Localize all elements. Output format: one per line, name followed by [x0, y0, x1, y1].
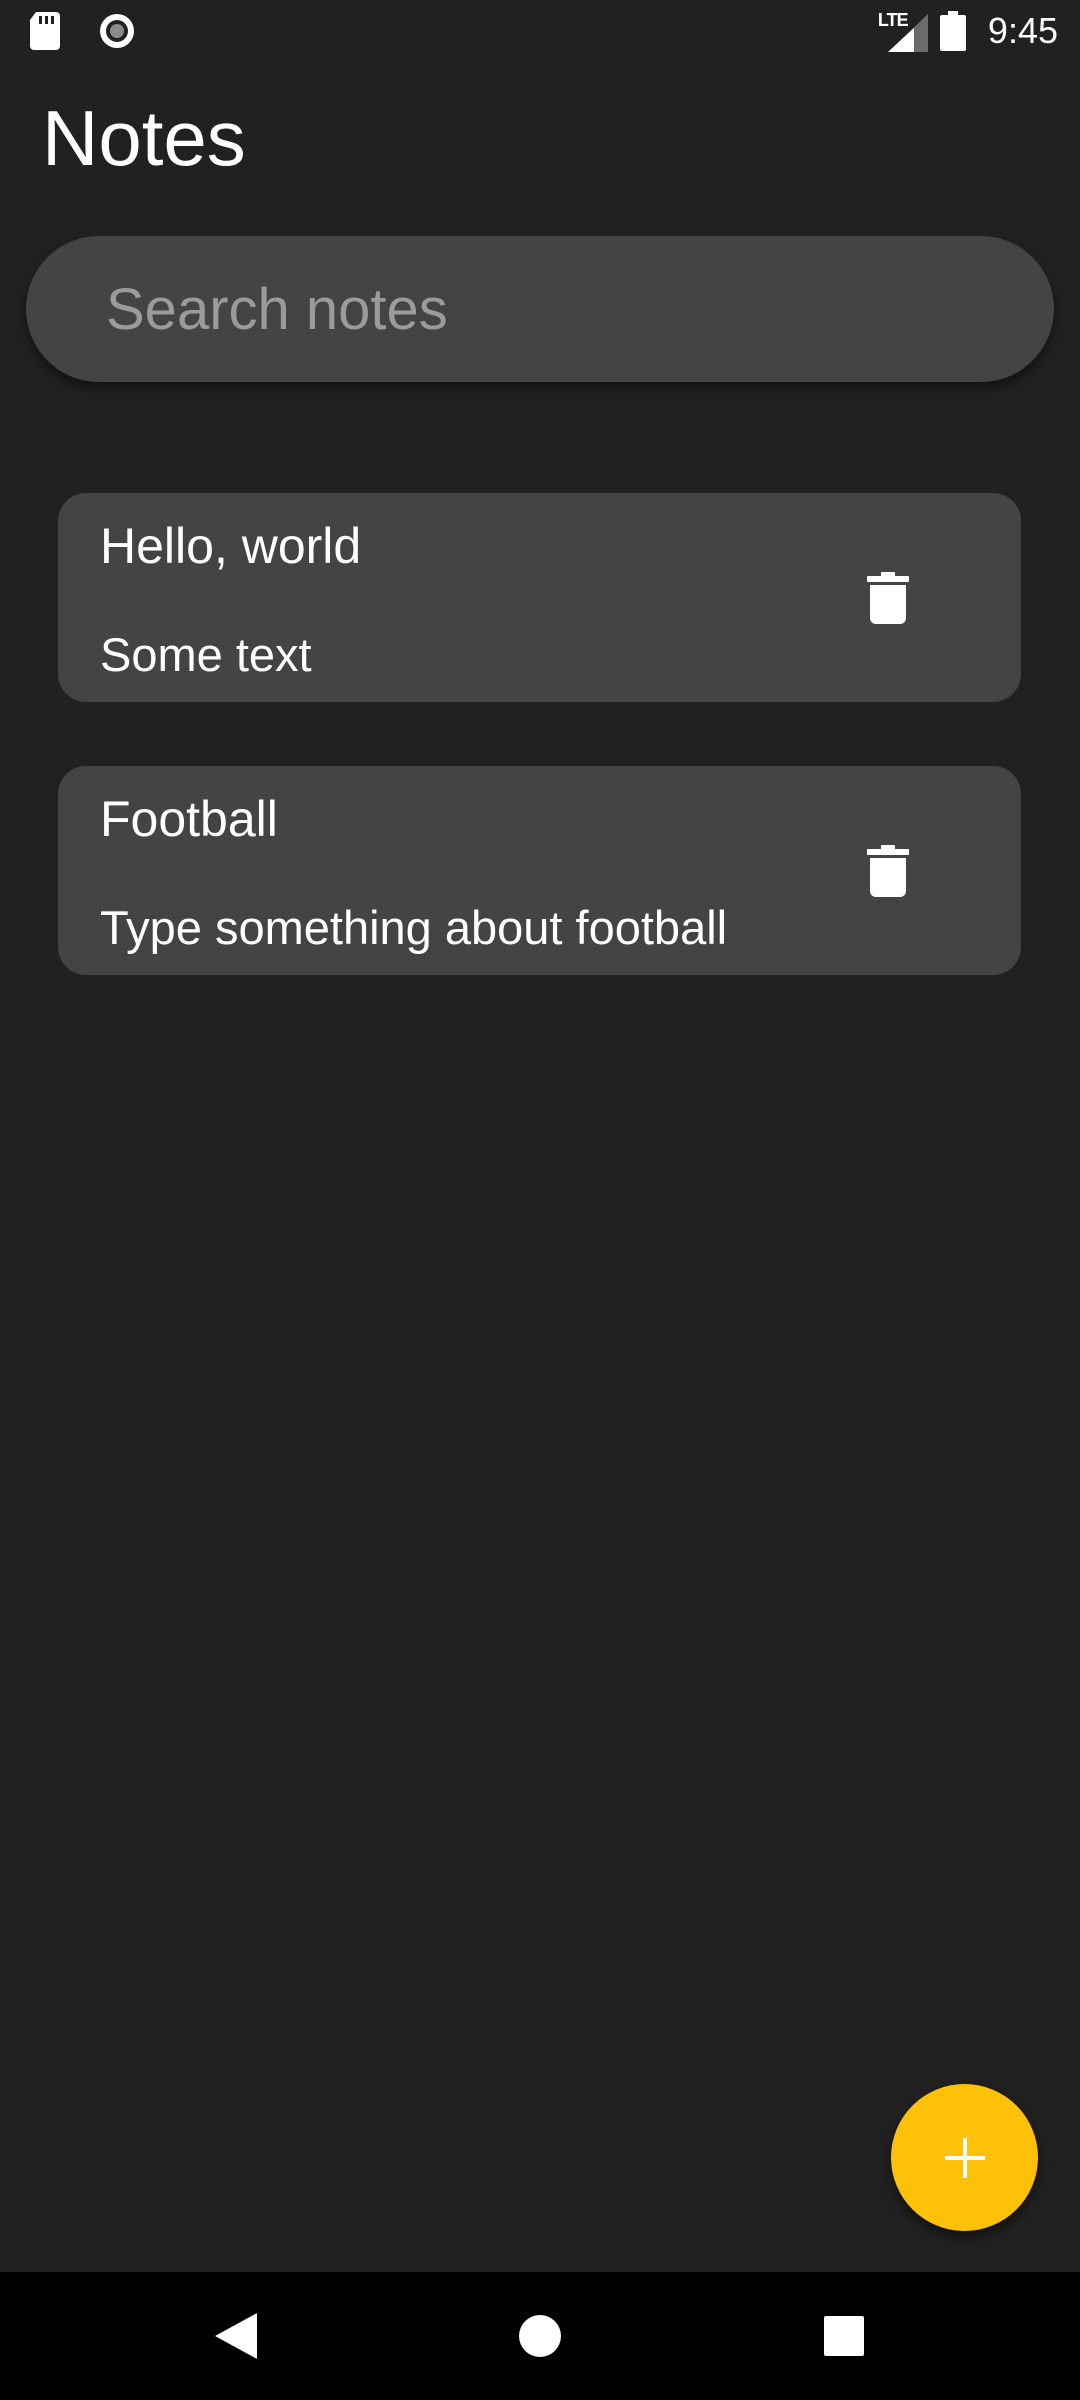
note-body: Some text: [100, 628, 312, 681]
search-bar[interactable]: [26, 236, 1054, 382]
delete-note-button[interactable]: [855, 565, 921, 631]
back-button[interactable]: [206, 2306, 266, 2366]
status-right-icons: LTE 9:45: [878, 10, 1058, 52]
note-title: Football: [100, 791, 278, 847]
trash-icon: [867, 845, 909, 897]
note-body: Type something about football: [100, 901, 728, 954]
plus-icon: [944, 2137, 985, 2178]
note-title: Hello, world: [100, 518, 362, 574]
recents-button[interactable]: [814, 2306, 874, 2366]
trash-icon: [867, 572, 909, 624]
note-card[interactable]: Football Type something about football: [58, 766, 1021, 975]
status-left-icons: [30, 12, 136, 50]
back-icon: [215, 2313, 257, 2359]
page-title: Notes: [42, 94, 246, 182]
network-indicator: LTE: [878, 10, 928, 52]
add-note-button[interactable]: [891, 2084, 1038, 2231]
search-input[interactable]: [106, 236, 1006, 382]
battery-icon: [939, 11, 966, 51]
recents-icon: [824, 2316, 864, 2356]
home-icon: [519, 2315, 561, 2357]
signal-icon: [887, 14, 928, 52]
note-card[interactable]: Hello, world Some text: [58, 493, 1021, 702]
recording-icon: [100, 14, 134, 48]
home-button[interactable]: [510, 2306, 570, 2366]
status-bar: LTE 9:45: [0, 0, 1080, 62]
sd-card-icon: [30, 12, 60, 50]
status-time: 9:45: [987, 10, 1058, 51]
delete-note-button[interactable]: [855, 838, 921, 904]
navigation-bar: [0, 2272, 1080, 2400]
